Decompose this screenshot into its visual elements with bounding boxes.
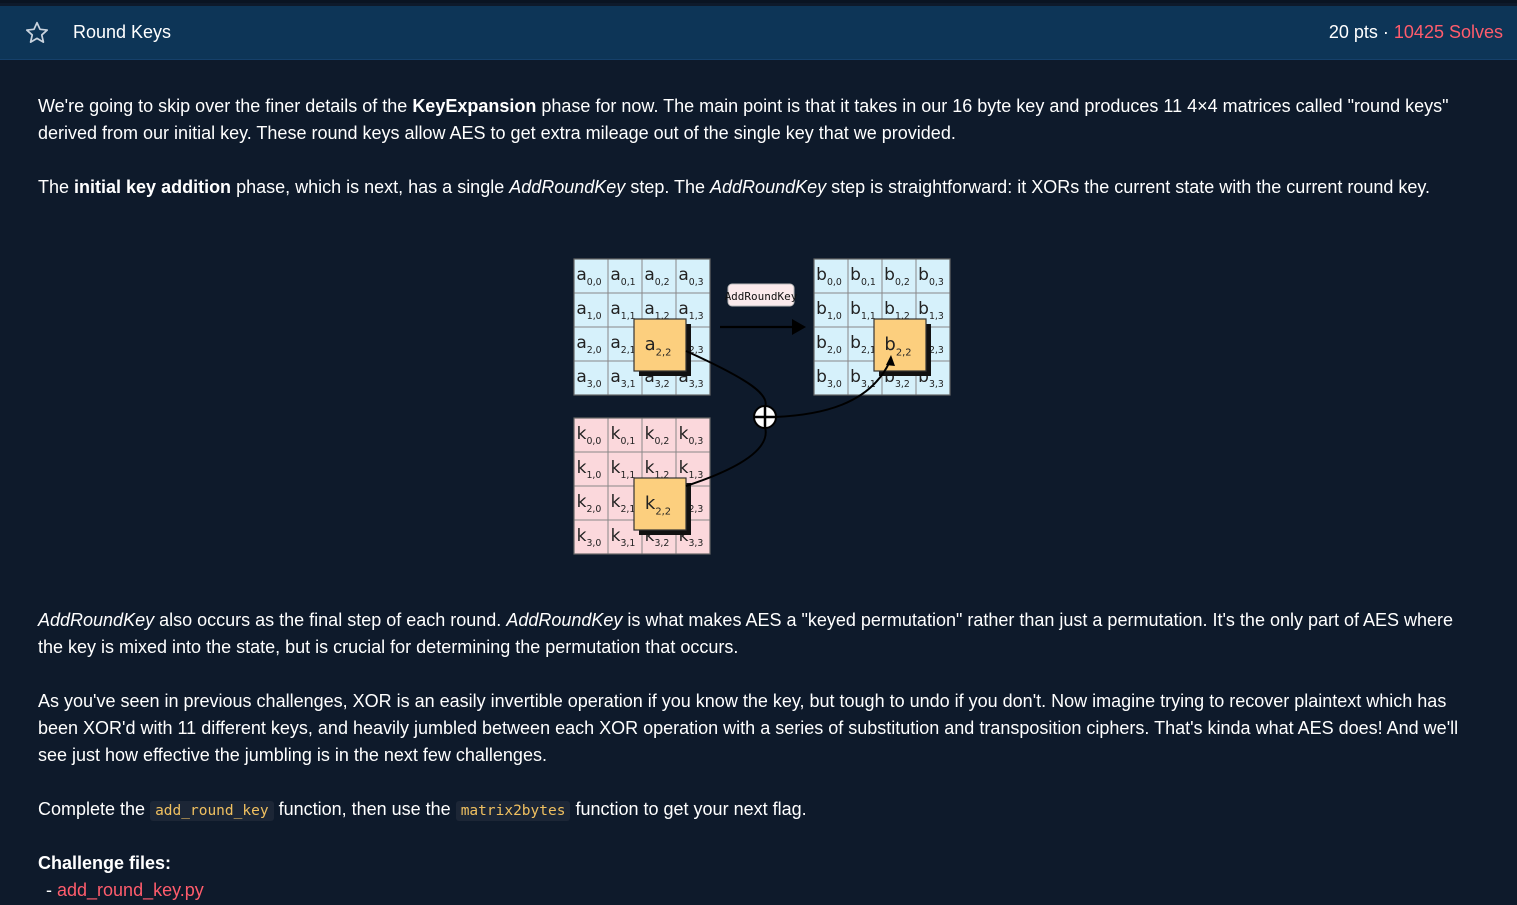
file-link-add-round-key[interactable]: add_round_key.py	[57, 880, 204, 900]
final-step-text: also occurs as the final step of each ro…	[154, 610, 507, 630]
round-key-highlight-cell	[633, 477, 687, 531]
points-label: 20 pts	[1328, 22, 1378, 42]
task-paragraph: Complete the add_round_key function, the…	[38, 796, 1483, 825]
add-round-key-label-box: AddRoundKey	[725, 283, 798, 307]
matrix2bytes-code: matrix2bytes	[455, 801, 571, 821]
files-heading-text: Challenge files:	[38, 853, 172, 873]
challenge-panel: Round Keys 20 pts · 10425 Solves We're g…	[0, 0, 1517, 905]
state-a-highlight-cell	[633, 318, 687, 372]
addition-text: step is straightforward: it XORs the cur…	[826, 177, 1431, 197]
task-text: function to get your next flag.	[570, 799, 807, 819]
round-key-matrix: k0,0 k0,1 k0,2 k0,3k1,0 k1,1 k1,2 k1,3k2,0 k2,1…	[573, 417, 711, 555]
key-addition-paragraph: The initial key addition phase, which is…	[38, 174, 1483, 201]
xor-icon	[753, 405, 777, 429]
add-round-key-term: AddRoundKey	[509, 177, 626, 197]
state-a-matrix: a0,0 a0,1 a0,2 a0,3a1,0 a1,1 a1,2 a1,3a2,0 a2,1…	[573, 258, 711, 396]
key-expansion-term: KeyExpansion	[412, 96, 537, 116]
add-round-key-diagram: a0,0 a0,1 a0,2 a0,3a1,0 a1,1 a1,2 a1,3a2,0 a2,1…	[573, 258, 951, 555]
solves-count: 10425 Solves	[1393, 22, 1503, 42]
addition-text: The	[38, 177, 75, 197]
add-round-key-term: AddRoundKey	[506, 610, 623, 630]
add-round-key-term: AddRoundKey	[710, 177, 827, 197]
xor-paragraph: As you've seen in previous challenges, X…	[38, 691, 1459, 765]
final-step-paragraph: AddRoundKey also occurs as the final ste…	[38, 607, 1483, 661]
challenge-header[interactable]: Round Keys 20 pts · 10425 Solves	[0, 6, 1517, 60]
addition-text: step. The	[625, 177, 711, 197]
add-round-key-label: AddRoundKey	[725, 290, 798, 303]
add-round-key-code: add_round_key	[150, 801, 274, 821]
file-bullet: -	[46, 880, 57, 900]
initial-key-addition-term: initial key addition	[74, 177, 232, 197]
addition-text: phase, which is next, has a single	[231, 177, 510, 197]
state-b-highlight-cell	[873, 318, 927, 372]
task-text: function, then use the	[273, 799, 456, 819]
intro-paragraph: We're going to skip over the finer detai…	[38, 93, 1483, 147]
files-heading: Challenge files:	[38, 850, 1483, 877]
meta-separator: ·	[1382, 22, 1389, 42]
challenge-title: Round Keys	[73, 22, 172, 42]
challenge-meta: 20 pts · 10425 Solves	[1329, 22, 1503, 43]
intro-text: We're going to skip over the finer detai…	[38, 96, 413, 116]
star-icon[interactable]	[24, 20, 50, 46]
task-text: Complete the	[38, 799, 151, 819]
file-list-item: - add_round_key.py	[38, 877, 1483, 904]
arrow-head-icon	[792, 319, 806, 335]
add-round-key-term: AddRoundKey	[38, 610, 155, 630]
